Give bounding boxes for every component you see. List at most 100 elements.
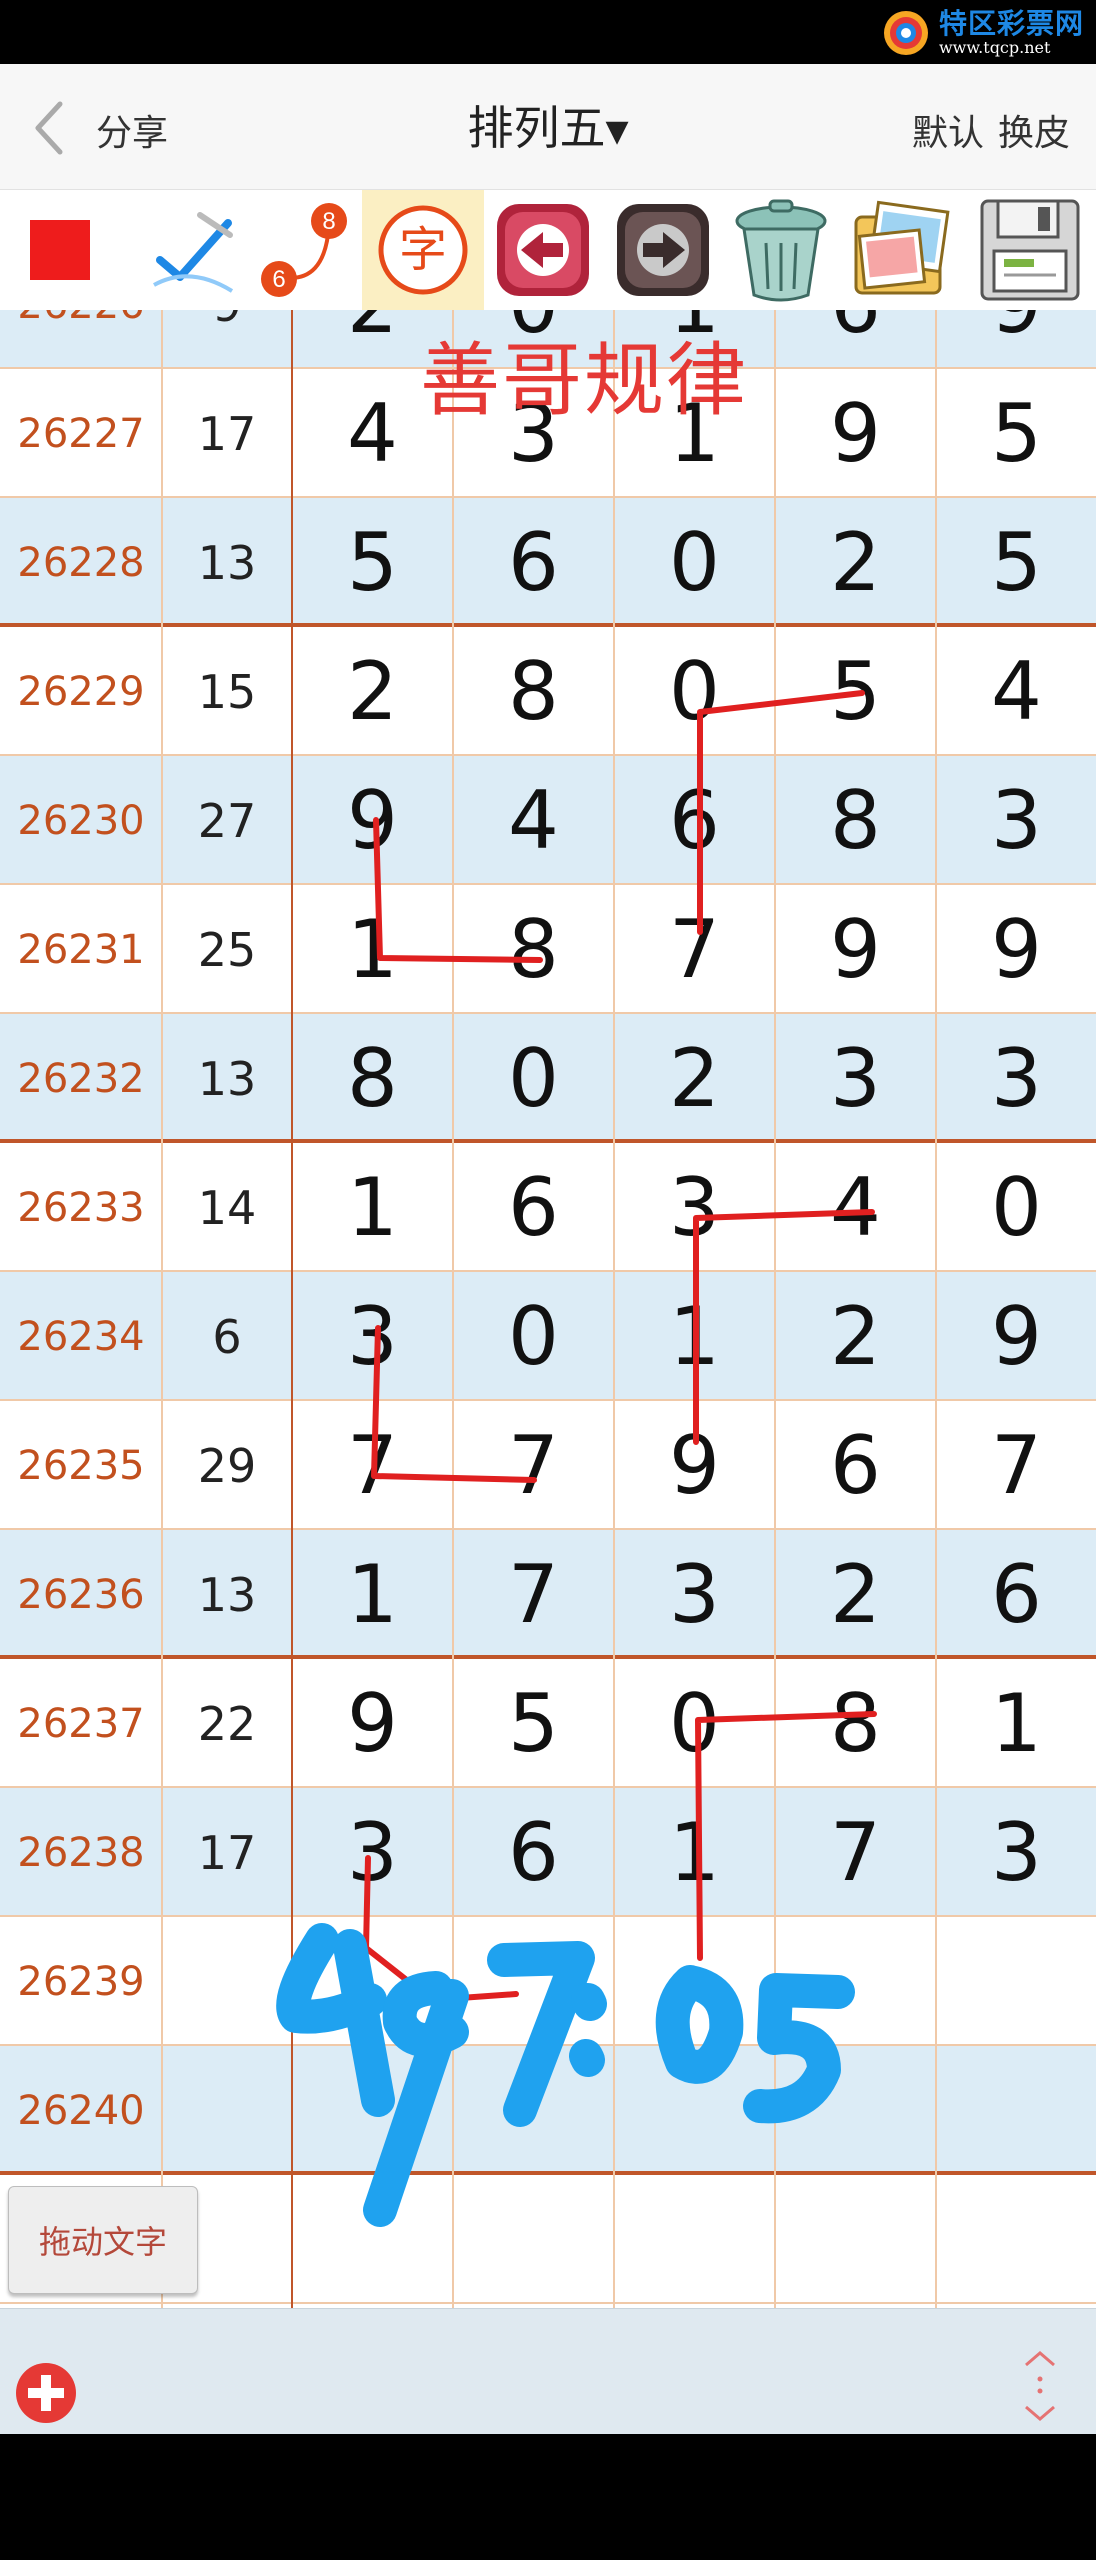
drag-text-button[interactable]: 拖动文字	[8, 2186, 198, 2294]
digit-cell-4[interactable]	[775, 2175, 936, 2304]
digit-cell-5[interactable]: 3	[936, 1788, 1096, 1917]
plus-circle-icon[interactable]	[14, 2361, 78, 2425]
digit-cell-4[interactable]: 8	[775, 756, 936, 885]
digit-cell-5[interactable]: 9	[936, 310, 1096, 369]
digit-cell-4[interactable]: 8	[775, 1659, 936, 1788]
digit-cell-5[interactable]: 9	[936, 885, 1096, 1014]
digit-cell-4[interactable]: 2	[775, 498, 936, 627]
digit-cell-2[interactable]: 0	[453, 310, 614, 369]
digit-cell-1[interactable]	[292, 1917, 453, 2046]
digit-cell-3[interactable]	[614, 1917, 775, 2046]
digit-cell-4[interactable]: 3	[775, 1014, 936, 1143]
digit-cell-2[interactable]: 8	[453, 627, 614, 756]
game-title[interactable]: 排列五	[467, 101, 605, 155]
digit-cell-5[interactable]	[936, 2046, 1096, 2175]
digit-cell-4[interactable]: 5	[775, 627, 936, 756]
digit-cell-4[interactable]: 7	[775, 1788, 936, 1917]
digit-cell-1[interactable]: 1	[292, 1530, 453, 1659]
text-tool[interactable]: 字	[362, 190, 484, 310]
digit-cell-2[interactable]: 6	[453, 498, 614, 627]
digit-cell-3[interactable]: 1	[614, 310, 775, 369]
digit-cell-3[interactable]: 0	[614, 498, 775, 627]
digit-cell-2[interactable]: 0	[453, 1272, 614, 1401]
digit-cell-5[interactable]: 6	[936, 1530, 1096, 1659]
save-button[interactable]	[970, 190, 1090, 310]
digit-cell-5[interactable]: 5	[936, 369, 1096, 498]
red-square-tool[interactable]	[0, 190, 120, 310]
digit-cell-3[interactable]: 1	[614, 1272, 775, 1401]
digit-cell-3[interactable]: 0	[614, 1659, 775, 1788]
digit-cell-1[interactable]: 5	[292, 498, 453, 627]
digit-cell-2[interactable]: 7	[453, 1530, 614, 1659]
digit-cell-1[interactable]	[292, 2046, 453, 2175]
digit-cell-5[interactable]	[936, 2175, 1096, 2304]
text-tool-label: 字	[399, 222, 447, 278]
digit-cell-4[interactable]: 9	[775, 369, 936, 498]
clear-button[interactable]	[724, 190, 838, 310]
digit-cell-4[interactable]: 6	[775, 310, 936, 369]
digit-cell-2[interactable]: 6	[453, 1788, 614, 1917]
digit-cell-3[interactable]: 6	[614, 756, 775, 885]
digit-cell-2[interactable]: 8	[453, 885, 614, 1014]
digit-cell-5[interactable]	[936, 1917, 1096, 2046]
digit-cell-5[interactable]: 9	[936, 1272, 1096, 1401]
undo-button[interactable]	[486, 190, 600, 310]
digit-cell-3[interactable]	[614, 2175, 775, 2304]
digit-cell-1[interactable]: 7	[292, 1401, 453, 1530]
digit-cell-2[interactable]: 3	[453, 369, 614, 498]
digit-cell-2[interactable]	[453, 1917, 614, 2046]
digit-cell-1[interactable]: 1	[292, 885, 453, 1014]
digit-cell-1[interactable]: 3	[292, 1272, 453, 1401]
digit-cell-1[interactable]: 2	[292, 627, 453, 756]
digit-cell-4[interactable]: 2	[775, 1530, 936, 1659]
digit-cell-2[interactable]	[453, 2175, 614, 2304]
digit-cell-4[interactable]: 9	[775, 885, 936, 1014]
digit-cell-4[interactable]: 6	[775, 1401, 936, 1530]
pen-tool[interactable]	[130, 190, 250, 310]
digit-cell-3[interactable]: 7	[614, 885, 775, 1014]
digit-cell-5[interactable]: 3	[936, 1014, 1096, 1143]
digit-cell-5[interactable]: 5	[936, 498, 1096, 627]
digit-cell-2[interactable]: 5	[453, 1659, 614, 1788]
digit-cell-3[interactable]: 0	[614, 627, 775, 756]
digit-cell-5[interactable]: 4	[936, 627, 1096, 756]
digit-cell-3[interactable]: 1	[614, 369, 775, 498]
digit-cell-2[interactable]: 4	[453, 756, 614, 885]
digit-cell-4[interactable]	[775, 2046, 936, 2175]
digit-cell-1[interactable]: 3	[292, 1788, 453, 1917]
digit-cell-3[interactable]: 3	[614, 1530, 775, 1659]
dropdown-caret-icon[interactable]: ▼	[605, 114, 628, 149]
digit-cell-4[interactable]: 4	[775, 1143, 936, 1272]
digit-cell-2[interactable]	[453, 2046, 614, 2175]
digit-cell-3[interactable]	[614, 2046, 775, 2175]
digit-cell-3[interactable]: 9	[614, 1401, 775, 1530]
pen-check-icon	[153, 212, 234, 293]
digit-cell-4[interactable]: 2	[775, 1272, 936, 1401]
digit-cell-5[interactable]: 3	[936, 756, 1096, 885]
digit-cell-1[interactable]	[292, 2175, 453, 2304]
share-button[interactable]: 分享	[96, 104, 168, 156]
connect-tool[interactable]: 8 6	[250, 190, 360, 310]
digit-cell-1[interactable]: 4	[292, 369, 453, 498]
default-button[interactable]: 默认	[912, 104, 984, 156]
digit-cell-5[interactable]: 0	[936, 1143, 1096, 1272]
digit-cell-1[interactable]: 8	[292, 1014, 453, 1143]
digit-cell-1[interactable]: 9	[292, 1659, 453, 1788]
digit-cell-1[interactable]: 1	[292, 1143, 453, 1272]
digit-cell-3[interactable]: 2	[614, 1014, 775, 1143]
vertical-resize-icon[interactable]	[1018, 2349, 1062, 2423]
change-skin-button[interactable]: 换皮	[998, 104, 1070, 156]
digit-cell-1[interactable]: 2	[292, 310, 453, 369]
digit-cell-3[interactable]: 1	[614, 1788, 775, 1917]
back-chevron-icon[interactable]	[30, 98, 70, 158]
gallery-button[interactable]	[842, 190, 964, 310]
digit-cell-5[interactable]: 1	[936, 1659, 1096, 1788]
digit-cell-2[interactable]: 6	[453, 1143, 614, 1272]
digit-cell-1[interactable]: 9	[292, 756, 453, 885]
digit-cell-3[interactable]: 3	[614, 1143, 775, 1272]
digit-cell-2[interactable]: 7	[453, 1401, 614, 1530]
digit-cell-4[interactable]	[775, 1917, 936, 2046]
redo-button[interactable]	[606, 190, 720, 310]
digit-cell-2[interactable]: 0	[453, 1014, 614, 1143]
digit-cell-5[interactable]: 7	[936, 1401, 1096, 1530]
